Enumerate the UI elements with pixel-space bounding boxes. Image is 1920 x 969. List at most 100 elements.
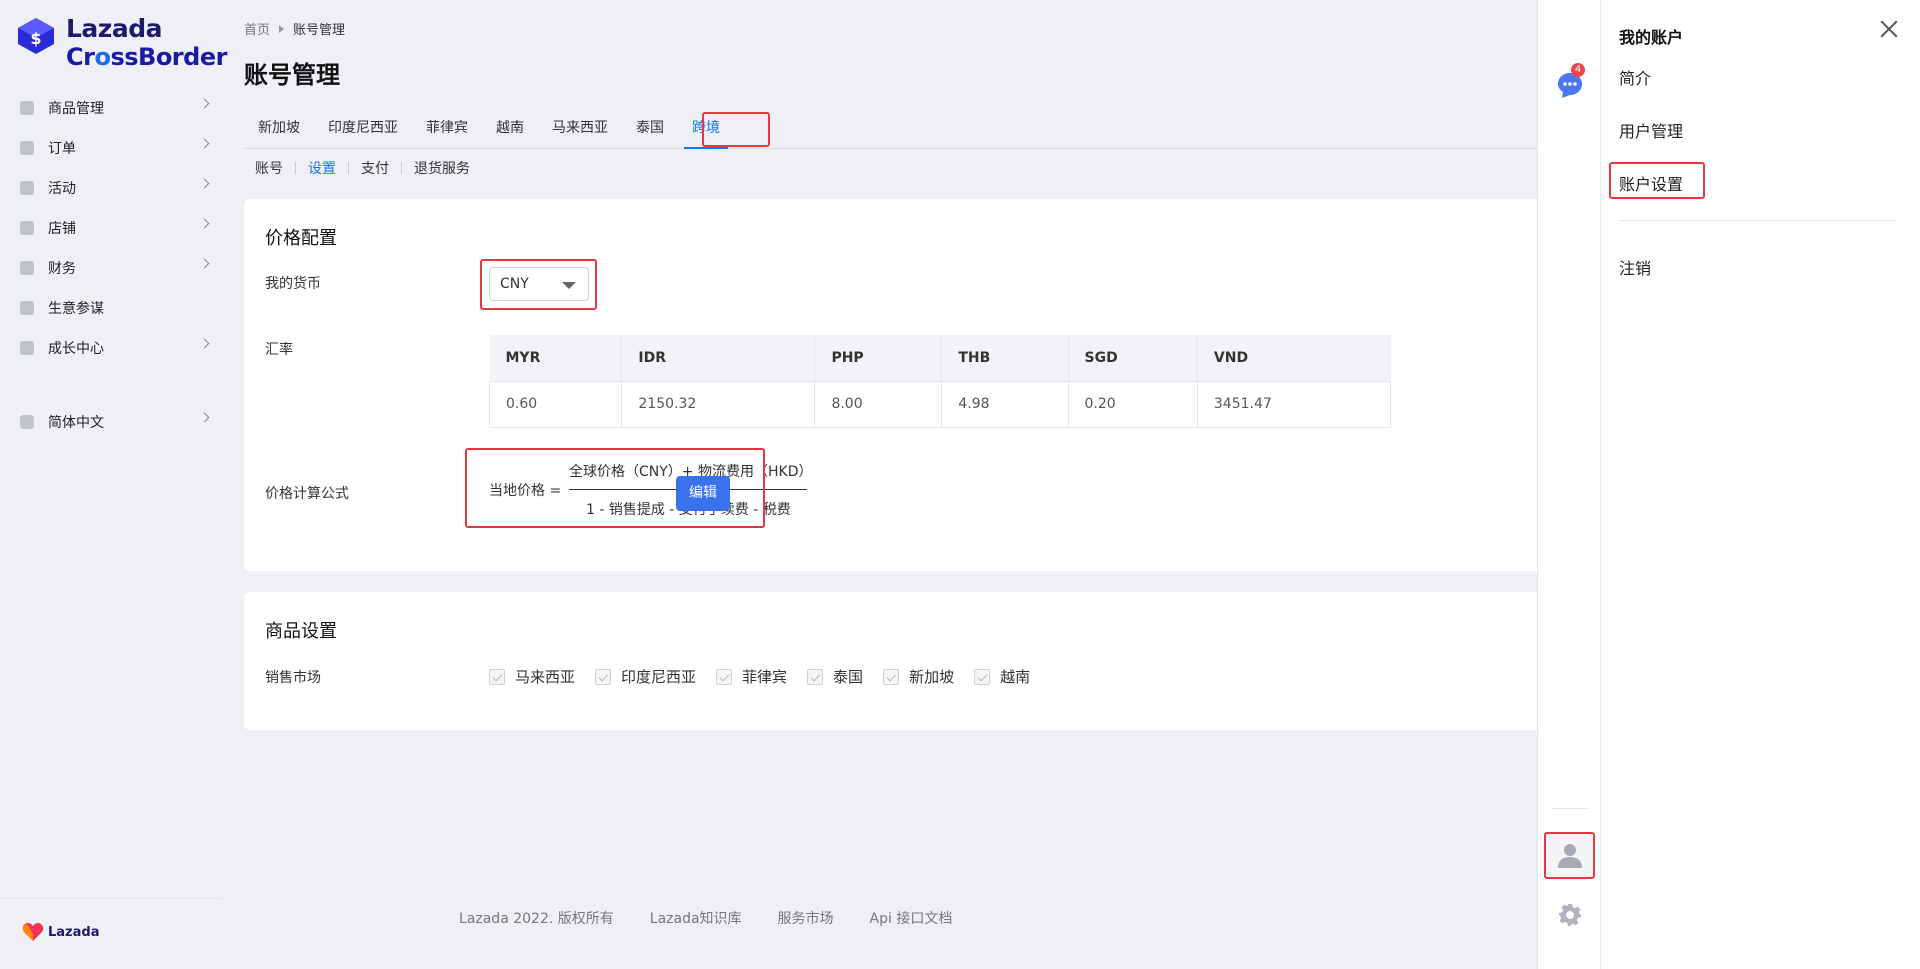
currency-select[interactable]: CNY xyxy=(489,267,589,301)
drawer-title: 我的账户 xyxy=(1619,28,1684,47)
breadcrumb-separator-icon xyxy=(279,24,285,33)
bottom-brand-name: Lazada xyxy=(48,924,100,940)
market-option[interactable]: 印度尼西亚 xyxy=(595,666,696,687)
checkbox-checked-icon[interactable] xyxy=(716,668,733,685)
rate-value-php: 8.00 xyxy=(814,380,943,428)
breadcrumb-current: 账号管理 xyxy=(293,23,346,38)
drawer-item-logout[interactable]: 注销 xyxy=(1619,255,1651,279)
sidebar-item-label: 订单 xyxy=(48,141,76,157)
exchange-rate-label: 汇率 xyxy=(265,342,293,358)
caret-down-icon xyxy=(562,282,576,289)
sidebar-item-orders[interactable]: 订单 xyxy=(0,128,222,168)
sidebar-item-activities[interactable]: 活动 xyxy=(0,168,222,208)
footer-link-service-market[interactable]: 服务市场 xyxy=(778,908,834,928)
checkbox-checked-icon[interactable] xyxy=(974,668,991,685)
tab-malaysia[interactable]: 马来西亚 xyxy=(538,111,622,148)
rate-header-vnd: VND xyxy=(1197,335,1391,381)
subtab-divider xyxy=(295,162,296,174)
brand-subtitle: CrossBorder xyxy=(66,43,227,71)
chevron-right-icon xyxy=(199,98,210,109)
sales-market-label: 销售市场 xyxy=(265,670,321,686)
close-icon[interactable] xyxy=(1878,18,1900,40)
sub-tabs: 账号 设置 支付 退货服务 xyxy=(255,158,470,178)
subtab-return-service[interactable]: 退货服务 xyxy=(414,158,470,178)
currency-label: 我的货币 xyxy=(265,276,321,292)
rate-value-vnd: 3451.47 xyxy=(1196,380,1392,428)
chevron-right-icon xyxy=(199,338,210,349)
checkbox-checked-icon[interactable] xyxy=(883,668,900,685)
sidebar-item-label: 成长中心 xyxy=(48,341,104,357)
sidebar-item-label: 商品管理 xyxy=(48,101,104,117)
market-label: 新加坡 xyxy=(909,668,955,686)
right-rail: 4 xyxy=(1537,0,1600,969)
market-label: 泰国 xyxy=(833,668,864,686)
box-icon xyxy=(20,101,34,115)
chevron-right-icon xyxy=(199,258,210,269)
gear-icon[interactable] xyxy=(1558,903,1582,927)
sidebar-item-store[interactable]: 店铺 xyxy=(0,208,222,248)
finance-icon xyxy=(20,261,34,275)
footer-link-knowledge-base[interactable]: Lazada知识库 xyxy=(650,908,742,928)
checkbox-checked-icon[interactable] xyxy=(807,668,824,685)
subtab-settings[interactable]: 设置 xyxy=(308,158,336,178)
sales-market-checkboxes: 马来西亚 印度尼西亚 菲律宾 泰国 新加坡 越南 xyxy=(489,666,1050,687)
rate-value-sgd: 0.20 xyxy=(1067,380,1198,428)
tab-singapore[interactable]: 新加坡 xyxy=(244,111,314,148)
product-settings-title: 商品设置 xyxy=(265,621,337,642)
menu-spacer xyxy=(0,368,222,402)
sidebar-item-label: 活动 xyxy=(48,181,76,197)
tab-vietnam[interactable]: 越南 xyxy=(482,111,538,148)
edit-formula-button[interactable]: 编辑 xyxy=(676,476,730,511)
sidebar-item-products[interactable]: 商品管理 xyxy=(0,88,222,128)
rate-header-sgd: SGD xyxy=(1068,335,1198,381)
table-header-row: MYR IDR PHP THB SGD VND xyxy=(489,335,1391,381)
checkbox-checked-icon[interactable] xyxy=(489,668,505,685)
footer-link-api-docs[interactable]: Api 接口文档 xyxy=(870,908,953,928)
sidebar-item-insights[interactable]: 生意参谋 xyxy=(0,288,222,328)
activity-icon xyxy=(20,181,34,195)
language-icon xyxy=(20,415,34,429)
footer-copyright: Lazada 2022. 版权所有 xyxy=(459,911,614,927)
formula-label: 价格计算公式 xyxy=(265,486,349,502)
tab-thailand[interactable]: 泰国 xyxy=(622,111,678,148)
sidebar-divider xyxy=(0,898,222,899)
tab-indonesia[interactable]: 印度尼西亚 xyxy=(314,111,412,148)
user-account-button[interactable] xyxy=(1544,832,1595,879)
lazada-heart-icon xyxy=(22,923,44,941)
checkbox-checked-icon[interactable] xyxy=(595,668,612,685)
drawer-item-user-management[interactable]: 用户管理 xyxy=(1619,118,1683,142)
chevron-right-icon xyxy=(199,218,210,229)
lazada-logo-icon: $ xyxy=(18,18,54,54)
market-option[interactable]: 泰国 xyxy=(807,666,863,687)
rate-value-myr: 0.60 xyxy=(488,380,623,428)
language-selector[interactable]: 简体中文 xyxy=(0,402,222,442)
tab-philippines[interactable]: 菲律宾 xyxy=(412,111,482,148)
footer-links: Lazada 2022. 版权所有 Lazada知识库 服务市场 Api 接口文… xyxy=(441,908,970,928)
market-option[interactable]: 新加坡 xyxy=(883,666,954,687)
breadcrumb-home[interactable]: 首页 xyxy=(244,19,270,38)
subtab-account[interactable]: 账号 xyxy=(255,158,283,178)
chevron-right-icon xyxy=(199,178,210,189)
lazada-crossborder-logo[interactable]: $ Lazada CrossBorder xyxy=(14,14,227,74)
chevron-right-icon xyxy=(199,412,210,423)
rate-value-thb: 4.98 xyxy=(941,380,1069,428)
tab-crossborder[interactable]: 跨境 xyxy=(678,111,734,149)
market-option[interactable]: 马来西亚 xyxy=(489,666,575,687)
formula-lhs: 当地价格 = xyxy=(489,483,562,499)
market-option[interactable]: 菲律宾 xyxy=(716,666,787,687)
exchange-rate-table: MYR IDR PHP THB SGD VND 0.60 2150.32 8.0… xyxy=(488,335,1392,428)
market-option[interactable]: 越南 xyxy=(974,666,1030,687)
drawer-item-account-settings[interactable]: 账户设置 xyxy=(1619,171,1683,195)
insights-icon xyxy=(20,301,34,315)
sidebar: $ Lazada CrossBorder 商品管理 订单 活动 店铺 财务 生意… xyxy=(0,0,227,969)
sidebar-item-growth[interactable]: 成长中心 xyxy=(0,328,222,368)
subtab-payment[interactable]: 支付 xyxy=(361,158,389,178)
sidebar-item-finance[interactable]: 财务 xyxy=(0,248,222,288)
rate-header-myr: MYR xyxy=(489,335,623,381)
table-row: 0.60 2150.32 8.00 4.98 0.20 3451.47 xyxy=(488,380,1392,428)
brand-name: Lazada xyxy=(66,14,163,43)
drawer-item-profile[interactable]: 简介 xyxy=(1619,65,1651,89)
drawer-divider xyxy=(1619,220,1896,221)
rate-header-thb: THB xyxy=(941,335,1069,381)
sidebar-item-label: 店铺 xyxy=(48,221,76,237)
